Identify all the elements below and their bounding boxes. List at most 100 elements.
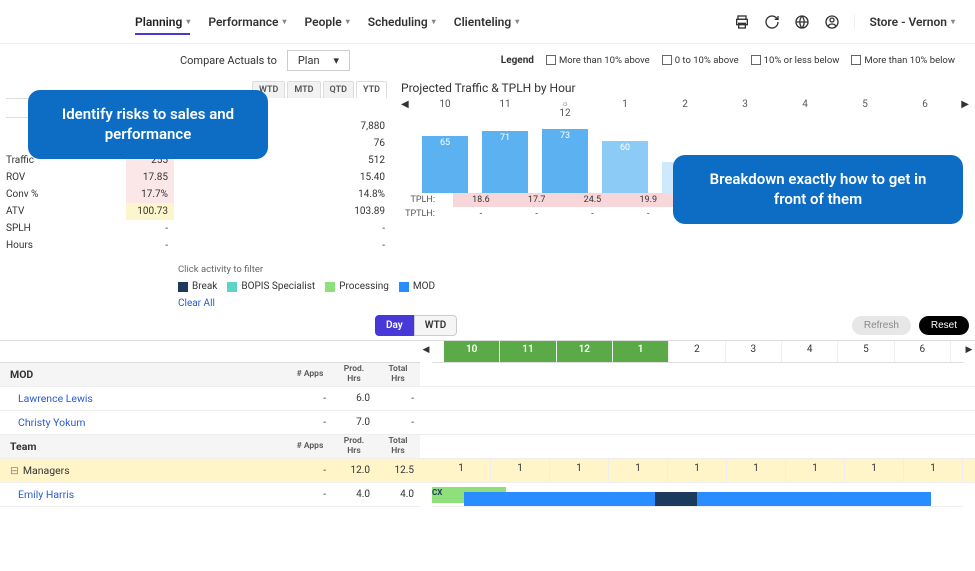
chevron-down-icon: ▾ [432,17,436,26]
chart-hour-label: 1 [595,99,655,123]
legend-title: Legend [501,55,534,66]
filter-processing[interactable]: Processing [325,281,389,292]
nav-performance[interactable]: Performance▾ [208,15,286,29]
metric-name: ROV [6,169,126,186]
person-name[interactable]: Lawrence Lewis [0,392,288,405]
nav-clienteling[interactable]: Clienteling▾ [454,15,520,29]
emily-row[interactable]: Emily Harris - 4.0 4.0 [0,483,420,507]
person-apps: - [288,393,332,404]
mod-person-row[interactable]: Lawrence Lewis - 6.0 - [0,387,420,411]
callout-breakdown: Breakdown exactly how to get in front of… [673,155,963,224]
traffic-bar[interactable]: 71 [482,131,528,193]
traffic-bar[interactable]: 73 [542,129,588,193]
chart-hours-axis: 1011☼12123456 [401,99,969,123]
nav-people-label: People [305,15,342,29]
sched-hour[interactable]: 2 [669,341,725,362]
chart-prev-icon[interactable]: ◀ [401,99,409,110]
chevron-down-icon: ▾ [334,54,340,67]
sched-hour[interactable]: 12 [557,341,613,362]
bar-slot: 60 [595,123,655,193]
managers-label: ⊟Managers [0,464,288,477]
sched-hour[interactable]: 5 [838,341,894,362]
sched-prev-icon[interactable]: ◀ [420,341,432,363]
metric-name: SPLH [6,220,126,237]
compare-select[interactable]: Plan▾ [287,50,350,71]
metric-name: Hours [6,237,126,254]
callout-risks: Identify risks to sales and performance [28,90,268,159]
user-icon[interactable] [824,14,840,30]
chart-next-icon[interactable]: ▶ [961,99,969,110]
store-selector[interactable]: Store - Vernon▾ [854,15,955,29]
filter-mod[interactable]: MOD [399,281,435,292]
col-apps: # Apps [288,370,332,379]
mod-person-row[interactable]: Christy Yokum - 7.0 - [0,411,420,435]
collapse-icon[interactable]: ⊟ [10,464,19,477]
chevron-down-icon: ▾ [346,17,350,26]
sched-hour[interactable]: 10 [444,341,500,362]
sched-hour[interactable]: 6 [895,341,951,362]
emily-name[interactable]: Emily Harris [0,488,288,501]
schedule-right: ◀ 101112123456 ▶ 111111111 CX [420,341,975,507]
mod-bar[interactable] [464,492,931,506]
print-icon[interactable] [734,14,750,30]
tab-wtd-sched[interactable]: WTD [414,315,458,336]
metric-name: Conv % [6,186,126,203]
traffic-bar[interactable]: 65 [422,136,468,193]
person-name[interactable]: Christy Yokum [0,416,288,429]
tab-mtd[interactable]: MTD [287,81,320,98]
tab-qtd[interactable]: QTD [323,81,354,98]
filter-break[interactable]: Break [178,281,217,292]
nav-clienteling-label: Clienteling [454,15,512,29]
managers-total: 12.5 [376,465,420,476]
filter-bopis[interactable]: BOPIS Specialist [227,281,315,292]
tptlh-cell: - [620,207,676,221]
sched-next-icon[interactable]: ▶ [963,341,975,363]
lawrence-sched [420,387,975,411]
sched-hour[interactable]: 4 [782,341,838,362]
tab-day[interactable]: Day [375,315,414,336]
nav-performance-label: Performance [208,15,278,29]
tptlh-cell: - [509,207,565,221]
chevron-down-icon: ▾ [515,17,519,26]
top-nav: Planning▾ Performance▾ People▾ Schedulin… [0,0,975,44]
tplh-cell: 18.6 [453,193,509,207]
refresh-icon[interactable] [764,14,780,30]
managers-cell: 1 [845,459,904,482]
tab-ytd[interactable]: YTD [356,81,387,98]
sched-hour[interactable]: 11 [500,341,556,362]
bar-value: 65 [422,138,468,148]
managers-cell: 1 [904,459,963,482]
day-wtd-toggle: Day WTD [375,315,457,336]
legend-item: More than 10% above [546,55,650,66]
refresh-button[interactable]: Refresh [852,316,911,335]
nav-planning[interactable]: Planning▾ [135,15,190,35]
metric-plan: 14.8% [174,186,391,203]
bar-value: 73 [542,131,588,141]
managers-cell: 1 [432,459,491,482]
managers-row[interactable]: ⊟Managers - 12.0 12.5 [0,459,420,483]
globe-icon[interactable] [794,14,810,30]
compare-label: Compare Actuals to [180,54,277,67]
metric-plan: 103.89 [174,203,391,220]
tptlh-label: TPTLH: [401,209,439,219]
legend: Legend More than 10% above 0 to 10% abov… [501,55,955,66]
emily-prod: 4.0 [332,489,376,500]
bar-slot: 65 [415,123,475,193]
metric-val: - [126,237,174,254]
sched-hour[interactable]: 3 [726,341,782,362]
compare-row: Compare Actuals to Plan▾ Legend More tha… [0,44,975,77]
nav-planning-label: Planning [135,15,182,29]
reset-button[interactable]: Reset [919,316,969,335]
team-head-pad [420,435,975,459]
break-bar[interactable] [655,492,697,506]
tplh-cell: 19.9 [620,193,676,207]
bar-value: 60 [602,143,648,153]
legend-item: 0 to 10% above [662,55,739,66]
chart-hour-label: 3 [715,99,775,123]
clear-all-link[interactable]: Clear All [0,296,975,315]
nav-people[interactable]: People ▾ [305,15,350,29]
nav-scheduling[interactable]: Scheduling▾ [368,15,436,29]
sched-hour[interactable]: 1 [613,341,669,362]
managers-cell: 1 [491,459,550,482]
traffic-bar[interactable]: 60 [602,141,648,194]
